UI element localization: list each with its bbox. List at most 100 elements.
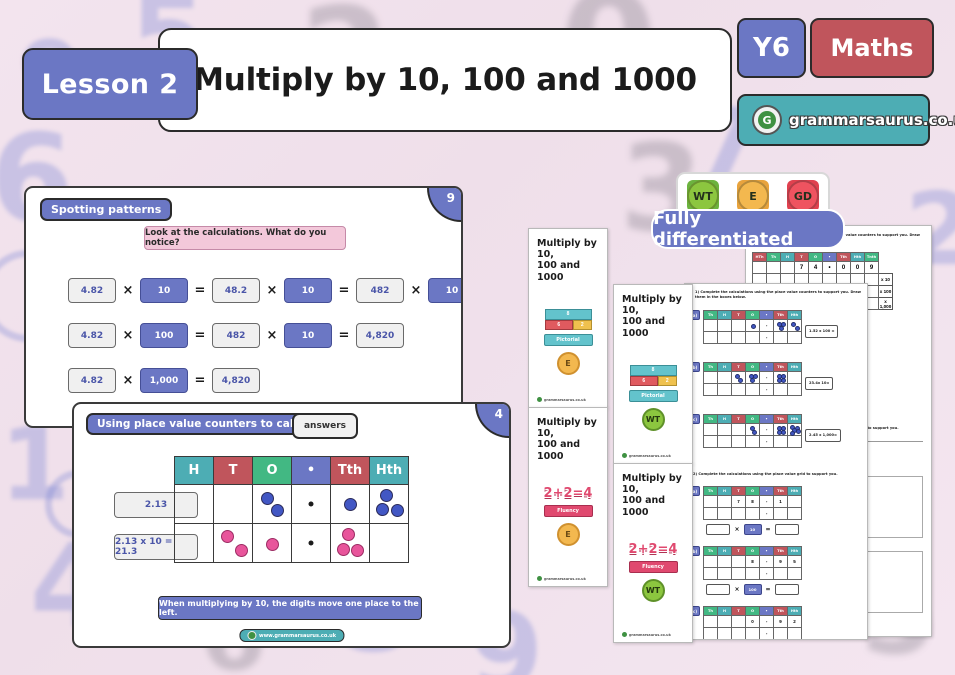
cell[interactable] xyxy=(731,507,746,520)
cell[interactable] xyxy=(703,507,718,520)
cell[interactable] xyxy=(787,507,802,520)
cell[interactable] xyxy=(717,383,732,396)
col-Hth: Hth xyxy=(787,606,802,616)
footer-brand: grammarsaurus.co.uk xyxy=(629,453,671,458)
cell[interactable] xyxy=(731,371,746,384)
cell[interactable] xyxy=(745,423,760,436)
cell[interactable] xyxy=(773,435,788,448)
cell[interactable] xyxy=(759,331,774,344)
counter-row[interactable] xyxy=(703,319,802,332)
cell[interactable] xyxy=(787,627,802,639)
cell[interactable] xyxy=(745,435,760,448)
counter-grid-a[interactable]: Th H T O • Tth Hth xyxy=(703,310,802,344)
cell[interactable] xyxy=(787,319,802,332)
counter-row[interactable] xyxy=(703,423,802,437)
cell[interactable] xyxy=(717,371,732,384)
cell[interactable] xyxy=(745,383,760,396)
answer-row[interactable] xyxy=(703,383,802,396)
cell[interactable] xyxy=(759,423,774,436)
question-group-c: c) Th H T O • Tth Hth 2.45 x 1,000= xyxy=(690,414,842,448)
cell[interactable] xyxy=(745,319,760,332)
cell[interactable] xyxy=(745,627,760,639)
cell[interactable] xyxy=(773,507,788,520)
answer-input[interactable] xyxy=(706,584,731,595)
cell[interactable] xyxy=(759,435,774,448)
fluency-art: 2+2=4 xyxy=(628,541,678,557)
cell[interactable] xyxy=(787,371,802,384)
cell[interactable] xyxy=(717,567,732,580)
answer-row[interactable] xyxy=(703,627,802,639)
cell[interactable] xyxy=(731,319,746,332)
answer-input[interactable] xyxy=(774,584,799,595)
cell[interactable] xyxy=(745,371,760,384)
cell[interactable] xyxy=(745,331,760,344)
cell[interactable] xyxy=(703,435,718,448)
value-box: 4.82 xyxy=(68,278,116,303)
cell[interactable] xyxy=(703,383,718,396)
cell[interactable] xyxy=(759,627,774,639)
counter-grid-c[interactable]: Th H T O • Tth Hth xyxy=(703,414,802,448)
cell[interactable] xyxy=(717,423,732,436)
answer-input[interactable] xyxy=(774,524,799,535)
cell xyxy=(717,615,732,628)
col-T: T xyxy=(731,546,746,556)
cell[interactable] xyxy=(703,371,718,384)
cell[interactable] xyxy=(717,435,732,448)
cell[interactable] xyxy=(787,567,802,580)
worksheet-cover-fluency-wt[interactable]: Multiply by 10, 100 and 1000 2+2=4 Fluenc… xyxy=(613,463,693,643)
cell[interactable] xyxy=(731,435,746,448)
answer-row[interactable] xyxy=(703,567,802,580)
cell[interactable] xyxy=(787,423,802,437)
cell[interactable] xyxy=(731,567,746,580)
worksheet-cover-pictorial-e[interactable]: Multiply by 10, 100 and 1000 8 6 2 Pictor… xyxy=(528,228,608,408)
counter-row[interactable] xyxy=(703,371,802,384)
slide-place-value-counters[interactable]: 4 Using place value counters to calculat… xyxy=(72,402,511,648)
page-header: Multiply by 10, 100 and 1000 Lesson 2 Y6… xyxy=(0,0,955,160)
cell[interactable] xyxy=(759,371,774,384)
cell[interactable] xyxy=(731,423,746,436)
cell[interactable] xyxy=(731,331,746,344)
cell[interactable] xyxy=(703,423,718,436)
worksheet-cover-fluency-e[interactable]: Multiply by 10, 100 and 1000 2+2=4 Fluenc… xyxy=(528,407,608,587)
cell[interactable] xyxy=(731,627,746,639)
cell[interactable] xyxy=(759,383,774,396)
cell[interactable] xyxy=(717,627,732,639)
slide-spotting-patterns[interactable]: 9 Spotting patterns Look at the calculat… xyxy=(24,186,463,428)
cell[interactable] xyxy=(773,423,788,436)
cell[interactable] xyxy=(717,507,732,520)
answer-row[interactable] xyxy=(703,331,802,344)
cell[interactable] xyxy=(731,383,746,396)
cell[interactable] xyxy=(703,567,718,580)
grid-2b[interactable]: Th H T O • Tth Hth 8 9 5 xyxy=(703,546,802,580)
cell[interactable] xyxy=(759,567,774,580)
answer-input[interactable] xyxy=(706,524,731,535)
cell[interactable] xyxy=(773,319,788,332)
cell[interactable] xyxy=(745,567,760,580)
answer-row[interactable] xyxy=(703,507,802,520)
cell[interactable] xyxy=(773,383,788,396)
cell[interactable] xyxy=(787,435,802,448)
worksheet-cover-pictorial-wt[interactable]: Multiply by 10, 100 and 1000 8 6 2 Pictor… xyxy=(613,284,693,464)
cell[interactable] xyxy=(703,319,718,332)
calculation-row-1: 4.82 × 10 = 48.2 × 10 = 482 × 10 = 4,820 xyxy=(68,278,461,303)
cell[interactable] xyxy=(703,331,718,344)
cell[interactable] xyxy=(703,627,718,639)
cell[interactable] xyxy=(717,319,732,332)
cell[interactable] xyxy=(787,383,802,396)
cell[interactable] xyxy=(759,319,774,332)
grid-2a[interactable]: Th H T O • Tth Hth 7 8 1 xyxy=(703,486,802,520)
cell[interactable] xyxy=(717,331,732,344)
worksheet-page-counters[interactable]: 1) Complete the calculations using the p… xyxy=(684,283,868,640)
cell[interactable] xyxy=(745,507,760,520)
cell[interactable] xyxy=(759,507,774,520)
answers-button[interactable]: answers xyxy=(292,413,358,439)
cell[interactable] xyxy=(787,331,802,344)
cell[interactable] xyxy=(773,331,788,344)
cell[interactable] xyxy=(773,371,788,384)
answer-row[interactable] xyxy=(703,435,802,448)
col-Tnth: Tnth xyxy=(864,252,879,262)
grid-2c[interactable]: Th H T O • Tth Hth 0 9 2 xyxy=(703,606,802,639)
cell[interactable] xyxy=(773,567,788,580)
cell[interactable] xyxy=(773,627,788,639)
counter-grid-b[interactable]: Th H T O • Tth Hth xyxy=(703,362,802,396)
